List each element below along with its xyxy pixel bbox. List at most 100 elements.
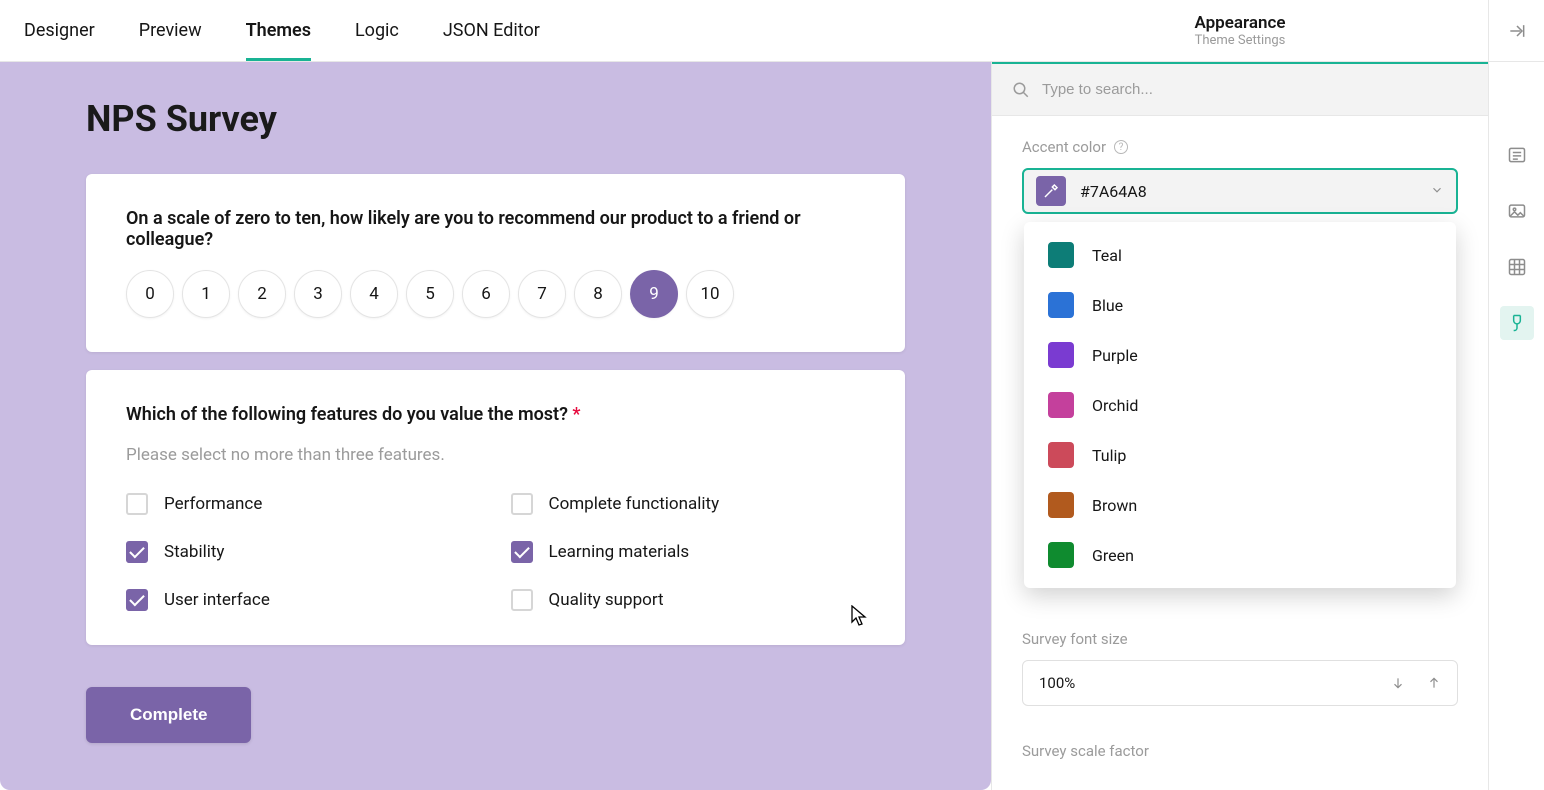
arrow-down-icon[interactable]: [1391, 676, 1405, 690]
rating-0[interactable]: 0: [126, 270, 174, 318]
accent-color-menu: Teal Blue Purple: [1024, 222, 1456, 588]
checkbox-learning-materials[interactable]: Learning materials: [511, 541, 866, 563]
accent-option-purple[interactable]: Purple: [1024, 330, 1456, 380]
checkbox-label: Learning materials: [549, 542, 690, 562]
question-checkbox-card: Which of the following features do you v…: [86, 370, 905, 645]
panel-search[interactable]: [992, 64, 1488, 116]
arrow-up-icon[interactable]: [1427, 676, 1441, 690]
checkbox-box: [511, 541, 533, 563]
accent-option-tulip[interactable]: Tulip: [1024, 430, 1456, 480]
font-size-value: 100%: [1039, 674, 1075, 692]
swatch-teal: [1048, 242, 1074, 268]
rating-8[interactable]: 8: [574, 270, 622, 318]
eyedropper-icon: [1043, 183, 1059, 199]
search-input[interactable]: [1042, 81, 1468, 98]
panel-body: Accent color ? #7A64A8: [992, 116, 1488, 790]
accent-option-brown[interactable]: Brown: [1024, 480, 1456, 530]
rating-9[interactable]: 9: [630, 270, 678, 318]
collapse-icon: [1507, 21, 1527, 41]
pattern-icon: [1507, 257, 1527, 277]
survey-canvas: NPS Survey On a scale of zero to ten, ho…: [0, 62, 991, 790]
checkbox-box: [126, 541, 148, 563]
accent-option-orchid[interactable]: Orchid: [1024, 380, 1456, 430]
help-icon[interactable]: ?: [1114, 140, 1128, 154]
question2-title: Which of the following features do you v…: [126, 404, 865, 425]
rating-2[interactable]: 2: [238, 270, 286, 318]
checkbox-stability[interactable]: Stability: [126, 541, 481, 563]
accent-option-label: Green: [1092, 546, 1134, 565]
swatch-brown: [1048, 492, 1074, 518]
complete-button[interactable]: Complete: [86, 687, 251, 743]
tab-designer[interactable]: Designer: [24, 0, 95, 61]
tab-themes[interactable]: Themes: [246, 0, 311, 61]
checkbox-quality-support[interactable]: Quality support: [511, 589, 866, 611]
topbar-tabs: Designer Preview Themes Logic JSON Edito…: [0, 0, 540, 61]
search-icon: [1012, 81, 1030, 99]
collapse-panel-button[interactable]: [1488, 0, 1544, 62]
panel-header: Appearance Theme Settings: [992, 0, 1488, 62]
chevron-down-icon: [1430, 182, 1444, 201]
checkbox-label: Performance: [164, 494, 262, 514]
accent-option-green[interactable]: Green: [1024, 530, 1456, 580]
checkbox-label: Stability: [164, 542, 224, 562]
accent-color-label-text: Accent color: [1022, 138, 1106, 156]
accent-value: #7A64A8: [1080, 182, 1147, 201]
font-size-label: Survey font size: [1022, 630, 1458, 648]
accent-option-label: Orchid: [1092, 396, 1138, 415]
brush-icon: [1507, 313, 1527, 333]
accent-swatch: [1036, 176, 1066, 206]
accent-option-blue[interactable]: Blue: [1024, 280, 1456, 330]
rating-row: 0 1 2 3 4 5 6 7 8 9 10: [126, 270, 865, 318]
accent-option-label: Brown: [1092, 496, 1137, 515]
appearance-panel: Appearance Theme Settings Accent color ?: [991, 62, 1488, 790]
checkbox-box: [126, 493, 148, 515]
survey-title: NPS Survey: [86, 98, 905, 140]
checkbox-user-interface[interactable]: User interface: [126, 589, 481, 611]
rating-1[interactable]: 1: [182, 270, 230, 318]
accent-color-dropdown[interactable]: #7A64A8 Teal: [1022, 168, 1458, 214]
checkbox-box: [511, 589, 533, 611]
panel-title: Appearance: [1194, 13, 1285, 33]
swatch-purple: [1048, 342, 1074, 368]
question2-subtitle: Please select no more than three feature…: [126, 445, 865, 465]
checkbox-complete-functionality[interactable]: Complete functionality: [511, 493, 866, 515]
checkbox-label: Complete functionality: [549, 494, 720, 514]
accent-color-label: Accent color ?: [1022, 138, 1458, 156]
rating-7[interactable]: 7: [518, 270, 566, 318]
rail-general[interactable]: [1500, 138, 1534, 172]
swatch-tulip: [1048, 442, 1074, 468]
tab-json-editor[interactable]: JSON Editor: [443, 0, 540, 61]
font-size-stepper[interactable]: 100%: [1022, 660, 1458, 706]
checkbox-grid: Performance Complete functionality Stabi…: [126, 493, 865, 611]
rating-10[interactable]: 10: [686, 270, 734, 318]
swatch-orchid: [1048, 392, 1074, 418]
rating-5[interactable]: 5: [406, 270, 454, 318]
rating-6[interactable]: 6: [462, 270, 510, 318]
rating-3[interactable]: 3: [294, 270, 342, 318]
checkbox-label: Quality support: [549, 590, 664, 610]
rating-4[interactable]: 4: [350, 270, 398, 318]
accent-option-teal[interactable]: Teal: [1024, 230, 1456, 280]
accent-option-label: Blue: [1092, 296, 1123, 315]
accent-option-label: Tulip: [1092, 446, 1126, 465]
scale-factor-label: Survey scale factor: [1022, 742, 1458, 760]
checkbox-label: User interface: [164, 590, 270, 610]
question-rating-card: On a scale of zero to ten, how likely ar…: [86, 174, 905, 352]
swatch-green: [1048, 542, 1074, 568]
rail-background[interactable]: [1500, 250, 1534, 284]
panel-subtitle: Theme Settings: [1195, 33, 1286, 48]
rail-appearance[interactable]: [1500, 306, 1534, 340]
checkbox-performance[interactable]: Performance: [126, 493, 481, 515]
rail-header[interactable]: [1500, 194, 1534, 228]
tab-logic[interactable]: Logic: [355, 0, 399, 61]
question2-title-text: Which of the following features do you v…: [126, 404, 568, 425]
swatch-blue: [1048, 292, 1074, 318]
question1-title: On a scale of zero to ten, how likely ar…: [126, 208, 865, 250]
accent-option-label: Teal: [1092, 246, 1122, 265]
image-icon: [1507, 201, 1527, 221]
side-rail: [1488, 62, 1544, 790]
tab-preview[interactable]: Preview: [139, 0, 202, 61]
accent-option-label: Purple: [1092, 346, 1138, 365]
side-area: Appearance Theme Settings Accent color ?: [991, 62, 1544, 790]
list-icon: [1507, 145, 1527, 165]
